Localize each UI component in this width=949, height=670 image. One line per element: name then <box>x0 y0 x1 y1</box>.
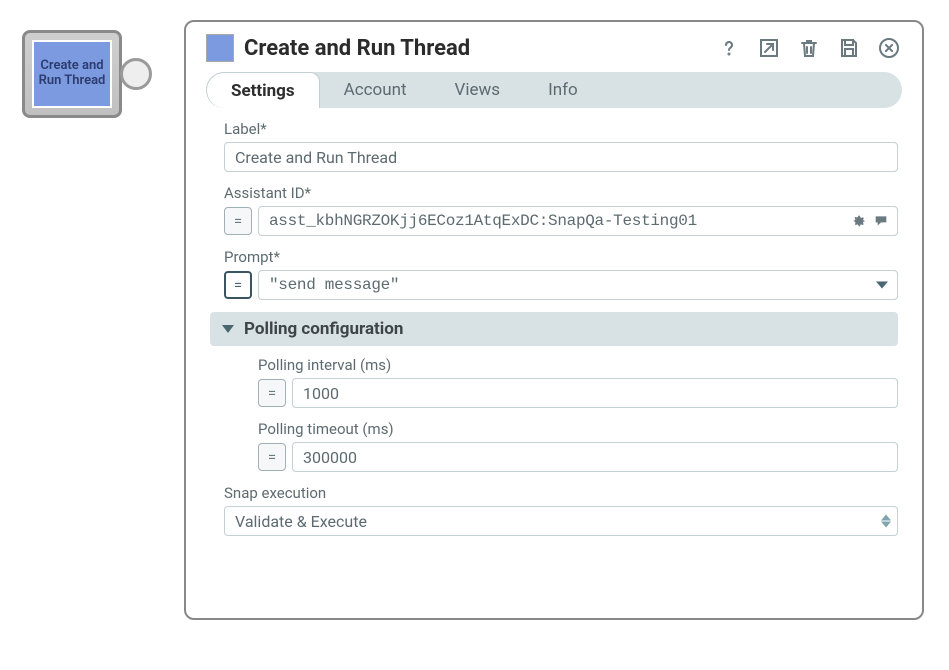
expression-toggle-interval[interactable]: = <box>258 379 286 407</box>
prompt-input[interactable] <box>258 270 898 300</box>
snap-node-label: Create and Run Thread <box>32 40 112 108</box>
section-polling[interactable]: Polling configuration <box>210 312 898 346</box>
export-icon[interactable] <box>756 35 782 61</box>
tab-account[interactable]: Account <box>320 72 431 108</box>
snap-execution-value: Validate & Execute <box>235 512 367 531</box>
expression-toggle-assistant[interactable]: = <box>224 207 252 235</box>
row-prompt: Prompt* = <box>224 248 898 300</box>
section-title: Polling configuration <box>244 319 403 339</box>
tab-settings[interactable]: Settings <box>206 72 320 108</box>
label-snap-execution: Snap execution <box>224 484 898 502</box>
close-icon[interactable] <box>876 35 902 61</box>
label-polling-timeout: Polling timeout (ms) <box>258 420 898 438</box>
snap-node-body: Create and Run Thread <box>22 30 122 118</box>
label-assistant-id: Assistant ID* <box>224 184 898 202</box>
assistant-id-input[interactable] <box>258 206 898 236</box>
chevron-down-icon <box>222 325 234 333</box>
row-snap-execution: Snap execution Validate & Execute <box>224 484 898 536</box>
label-prompt: Prompt* <box>224 248 898 266</box>
label-input[interactable] <box>224 142 898 172</box>
settings-panel: Create and Run Thread Settings Account V… <box>184 20 924 620</box>
suggest-icon[interactable] <box>872 212 890 230</box>
panel-title: Create and Run Thread <box>244 36 716 61</box>
spinner-icon[interactable] <box>881 515 891 528</box>
tab-info[interactable]: Info <box>524 72 602 108</box>
row-label: Label* <box>224 120 898 172</box>
row-polling-interval: Polling interval (ms) = <box>258 356 898 408</box>
label-label: Label* <box>224 120 898 138</box>
header-actions <box>716 35 902 61</box>
gear-icon[interactable] <box>850 212 868 230</box>
trash-icon[interactable] <box>796 35 822 61</box>
settings-form: Label* Assistant ID* = P <box>206 120 902 536</box>
row-polling-timeout: Polling timeout (ms) = <box>258 420 898 472</box>
row-assistant-id: Assistant ID* = <box>224 184 898 236</box>
snap-execution-select[interactable]: Validate & Execute <box>224 506 898 536</box>
assistant-id-suffix <box>850 212 890 230</box>
output-port[interactable] <box>120 58 152 90</box>
expression-toggle-timeout[interactable]: = <box>258 443 286 471</box>
polling-timeout-input[interactable] <box>292 442 898 472</box>
tab-views[interactable]: Views <box>431 72 525 108</box>
save-icon[interactable] <box>836 35 862 61</box>
chevron-down-icon[interactable] <box>876 282 888 289</box>
panel-header: Create and Run Thread <box>206 34 902 62</box>
snap-node[interactable]: Create and Run Thread <box>22 30 152 118</box>
snap-color-icon <box>206 34 234 62</box>
help-icon[interactable] <box>716 35 742 61</box>
expression-toggle-prompt[interactable]: = <box>224 271 252 299</box>
label-polling-interval: Polling interval (ms) <box>258 356 898 374</box>
polling-interval-input[interactable] <box>292 378 898 408</box>
tabs: Settings Account Views Info <box>206 72 902 108</box>
